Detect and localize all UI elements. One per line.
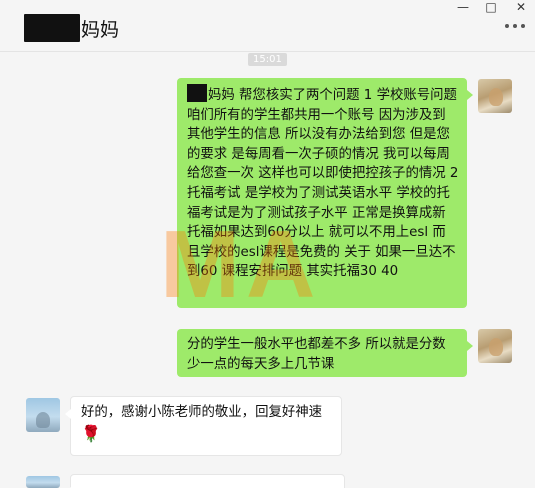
avatar-self[interactable] <box>478 79 512 113</box>
chat-title: 妈妈 <box>24 14 119 42</box>
message-bubble-outgoing[interactable]: 分的学生一般水平也都差不多 所以就是分数少一点的每天多上几节课 <box>177 329 473 377</box>
message-bubble-incoming[interactable]: 好的，感谢小陈老师的敬业，回复好神速 🌹 <box>65 396 342 456</box>
timestamp: 15:01 <box>248 53 287 66</box>
maximize-button[interactable]: □ <box>478 0 504 14</box>
message-bubble-outgoing[interactable]: 妈妈 帮您核实了两个问题 1 学校账号问题 咱们所有的学生都共用一个账号 因为涉… <box>177 78 473 308</box>
message-text: 好的，感谢小陈老师的敬业，回复好神速 <box>81 405 323 420</box>
close-button[interactable]: ✕ <box>508 0 534 14</box>
redacted-name <box>187 84 207 102</box>
message-text: 妈妈 帮您核实了两个问题 1 学校账号问题 咱们所有的学生都共用一个账号 因为涉… <box>187 88 459 280</box>
message-bubble-incoming-partial[interactable] <box>65 474 345 488</box>
avatar-self[interactable] <box>478 329 512 363</box>
title-bar: 妈妈 — □ ✕ <box>0 0 535 52</box>
more-icon[interactable] <box>505 22 525 30</box>
avatar-contact[interactable] <box>26 398 60 432</box>
message-text: 分的学生一般水平也都差不多 所以就是分数少一点的每天多上几节课 <box>187 337 446 372</box>
rose-icon: 🌹 <box>81 423 101 443</box>
avatar-contact[interactable] <box>26 476 60 488</box>
minimize-button[interactable]: — <box>450 0 476 14</box>
redacted-name <box>24 14 80 42</box>
chat-title-text: 妈妈 <box>81 18 120 41</box>
